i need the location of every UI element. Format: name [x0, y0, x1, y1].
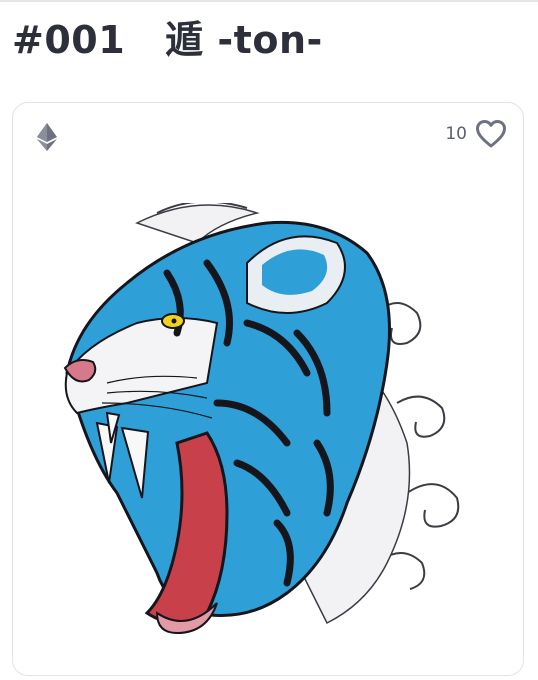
top-divider — [0, 0, 538, 2]
like-button[interactable]: 10 — [445, 119, 507, 149]
like-count: 10 — [445, 124, 467, 144]
page-title: #001 遁 -ton- — [12, 12, 323, 68]
tiger-artwork[interactable] — [47, 203, 493, 651]
ethereum-icon — [37, 123, 57, 151]
heart-outline-icon[interactable] — [475, 119, 507, 149]
token-number: #001 — [12, 18, 126, 62]
token-name: 遁 -ton- — [165, 18, 323, 62]
nft-card[interactable]: 10 — [12, 102, 524, 676]
